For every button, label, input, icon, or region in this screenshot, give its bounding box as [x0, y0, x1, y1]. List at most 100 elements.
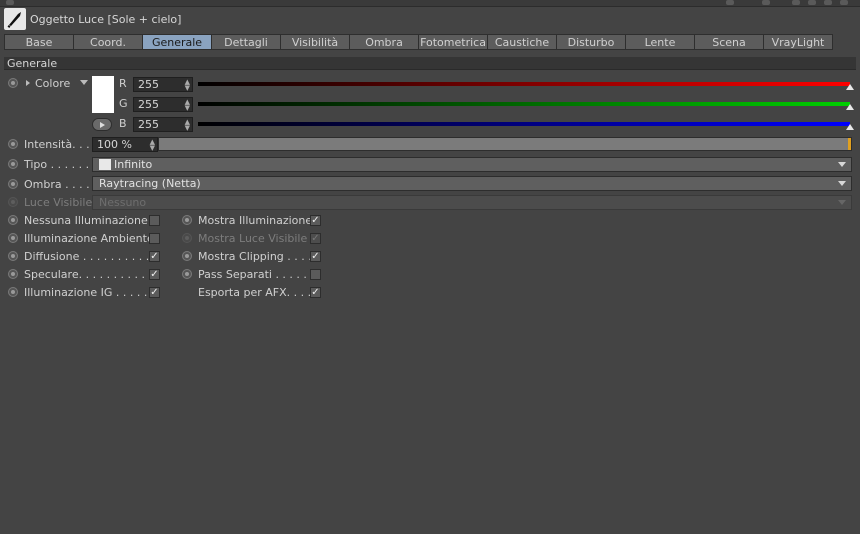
intensita-slider[interactable] — [158, 137, 852, 151]
esporta-per-afx-checkbox[interactable]: ✓ — [310, 287, 321, 298]
speculare-checkbox[interactable]: ✓ — [149, 269, 160, 280]
color-swatch[interactable] — [92, 76, 114, 113]
tab-lente[interactable]: Lente — [625, 34, 695, 50]
tab-vraylight[interactable]: VrayLight — [763, 34, 833, 50]
diffusione-label: Diffusione . . . . . . . . . . . — [24, 250, 157, 263]
illuminazione-ambiente-checkbox[interactable] — [149, 233, 160, 244]
g-stepper-icon[interactable]: ▲ ▼ — [185, 99, 190, 112]
diffusione-radio[interactable] — [8, 251, 18, 261]
r-value-field[interactable]: 255 ▲ ▼ — [133, 77, 193, 92]
g-slider-handle[interactable] — [846, 104, 854, 110]
r-label: R — [119, 77, 127, 90]
b-label: B — [119, 117, 127, 130]
mostra-luce-visibile-label: Mostra Luce Visibile — [198, 232, 308, 245]
intensita-stepper-icon[interactable]: ▲ ▼ — [150, 139, 155, 152]
r-slider-handle[interactable] — [846, 84, 854, 90]
mostra-clipping-radio[interactable] — [182, 251, 192, 261]
ombra-label: Ombra . . . . — [24, 178, 90, 191]
tab-ombra[interactable]: Ombra — [349, 34, 419, 50]
diffusione-checkbox[interactable]: ✓ — [149, 251, 160, 262]
nav-up-icon[interactable] — [762, 0, 770, 5]
tab-generale[interactable]: Generale — [142, 34, 212, 50]
b-value: 255 — [138, 118, 159, 131]
g-label: G — [119, 97, 128, 110]
tab-base[interactable]: Base — [4, 34, 74, 50]
light-object-icon — [4, 8, 26, 30]
luce-visibile-label: Luce Visibile — [24, 196, 93, 209]
g-value: 255 — [138, 98, 159, 111]
speculare-label: Speculare. . . . . . . . . . . . — [24, 268, 160, 281]
object-title: Oggetto Luce [Sole + cielo] — [30, 12, 182, 26]
lock-icon[interactable] — [808, 0, 816, 5]
ombra-animate-radio[interactable] — [8, 179, 18, 189]
mostra-clipping-checkbox[interactable]: ✓ — [310, 251, 321, 262]
mostra-illuminazione-radio[interactable] — [182, 215, 192, 225]
window-top-strip — [0, 0, 860, 7]
pass-separati-label: Pass Separati . . . . . . . — [198, 268, 321, 281]
colore-dropdown-arrow-icon[interactable] — [80, 80, 88, 85]
luce-visibile-dropdown: Nessuno — [92, 195, 852, 210]
mostra-clipping-label: Mostra Clipping . . . . — [198, 250, 312, 263]
b-stepper-icon[interactable]: ▲ ▼ — [185, 119, 190, 132]
ombra-dropdown[interactable]: Raytracing (Netta) — [92, 176, 852, 191]
luce-visibile-value: Nessuno — [99, 196, 147, 209]
illuminazione-ig-radio[interactable] — [8, 287, 18, 297]
tab-disturbo[interactable]: Disturbo — [556, 34, 626, 50]
nessuna-illuminazione-label: Nessuna Illuminazione — [24, 214, 148, 227]
object-title-bar: Oggetto Luce [Sole + cielo] — [4, 8, 856, 30]
mostra-illuminazione-checkbox[interactable]: ✓ — [310, 215, 321, 226]
r-value: 255 — [138, 78, 159, 91]
tab-dettagli[interactable]: Dettagli — [211, 34, 281, 50]
intensita-value: 100 % — [97, 138, 132, 151]
g-slider[interactable] — [198, 102, 850, 106]
settings-icon[interactable] — [840, 0, 848, 5]
speculare-radio[interactable] — [8, 269, 18, 279]
section-header-generale: Generale — [4, 57, 856, 70]
tab-coord[interactable]: Coord. — [73, 34, 143, 50]
tipo-dropdown[interactable]: Infinito — [92, 157, 852, 172]
tipo-animate-radio[interactable] — [8, 159, 18, 169]
infinite-light-icon — [99, 158, 111, 170]
esporta-per-afx-label: Esporta per AFX. . . . . — [198, 286, 319, 299]
chevron-down-icon — [838, 181, 846, 186]
pass-separati-checkbox[interactable] — [310, 269, 321, 280]
illuminazione-ambiente-radio[interactable] — [8, 233, 18, 243]
mostra-luce-visibile-checkbox: ✓ — [310, 233, 321, 244]
illuminazione-ig-checkbox[interactable]: ✓ — [149, 287, 160, 298]
intensita-animate-radio[interactable] — [8, 139, 18, 149]
colore-label: Colore — [35, 77, 71, 90]
b-slider-handle[interactable] — [846, 124, 854, 130]
intensita-label: Intensità. . . — [24, 138, 90, 151]
chevron-down-icon — [838, 162, 846, 167]
nessuna-illuminazione-checkbox[interactable] — [149, 215, 160, 226]
search-icon[interactable] — [792, 0, 800, 5]
tab-caustiche[interactable]: Caustiche — [487, 34, 557, 50]
chevron-down-icon — [838, 200, 846, 205]
illuminazione-ambiente-label: Illuminazione Ambiente — [24, 232, 154, 245]
tab-scena[interactable]: Scena — [694, 34, 764, 50]
tipo-label: Tipo . . . . . . — [24, 158, 90, 171]
b-slider[interactable] — [198, 122, 850, 126]
pass-separati-radio[interactable] — [182, 269, 192, 279]
panel-menu-icon[interactable] — [6, 0, 14, 5]
colore-expand-arrow-icon[interactable] — [26, 80, 30, 86]
mostra-illuminazione-label: Mostra Illuminazione — [198, 214, 313, 227]
tab-fotometrica[interactable]: Fotometrica — [418, 34, 488, 50]
nessuna-illuminazione-radio[interactable] — [8, 215, 18, 225]
intensita-slider-handle[interactable] — [848, 138, 851, 150]
colore-animate-radio[interactable] — [8, 78, 18, 88]
r-slider[interactable] — [198, 82, 850, 86]
tipo-value: Infinito — [114, 158, 153, 171]
r-stepper-icon[interactable]: ▲ ▼ — [185, 79, 190, 92]
tab-visibilita[interactable]: Visibilità — [280, 34, 350, 50]
illuminazione-ig-label: Illuminazione IG . . . . . . — [24, 286, 155, 299]
color-expand-button[interactable] — [92, 118, 112, 131]
g-value-field[interactable]: 255 ▲ ▼ — [133, 97, 193, 112]
intensita-value-field[interactable]: 100 % ▲ ▼ — [92, 137, 158, 152]
new-panel-icon[interactable] — [824, 0, 832, 5]
b-value-field[interactable]: 255 ▲ ▼ — [133, 117, 193, 132]
attribute-tabs: Base Coord. Generale Dettagli Visibilità… — [4, 34, 833, 50]
ombra-value: Raytracing (Netta) — [99, 177, 201, 190]
luce-visibile-animate-radio — [8, 197, 18, 207]
nav-back-icon[interactable] — [726, 0, 734, 5]
